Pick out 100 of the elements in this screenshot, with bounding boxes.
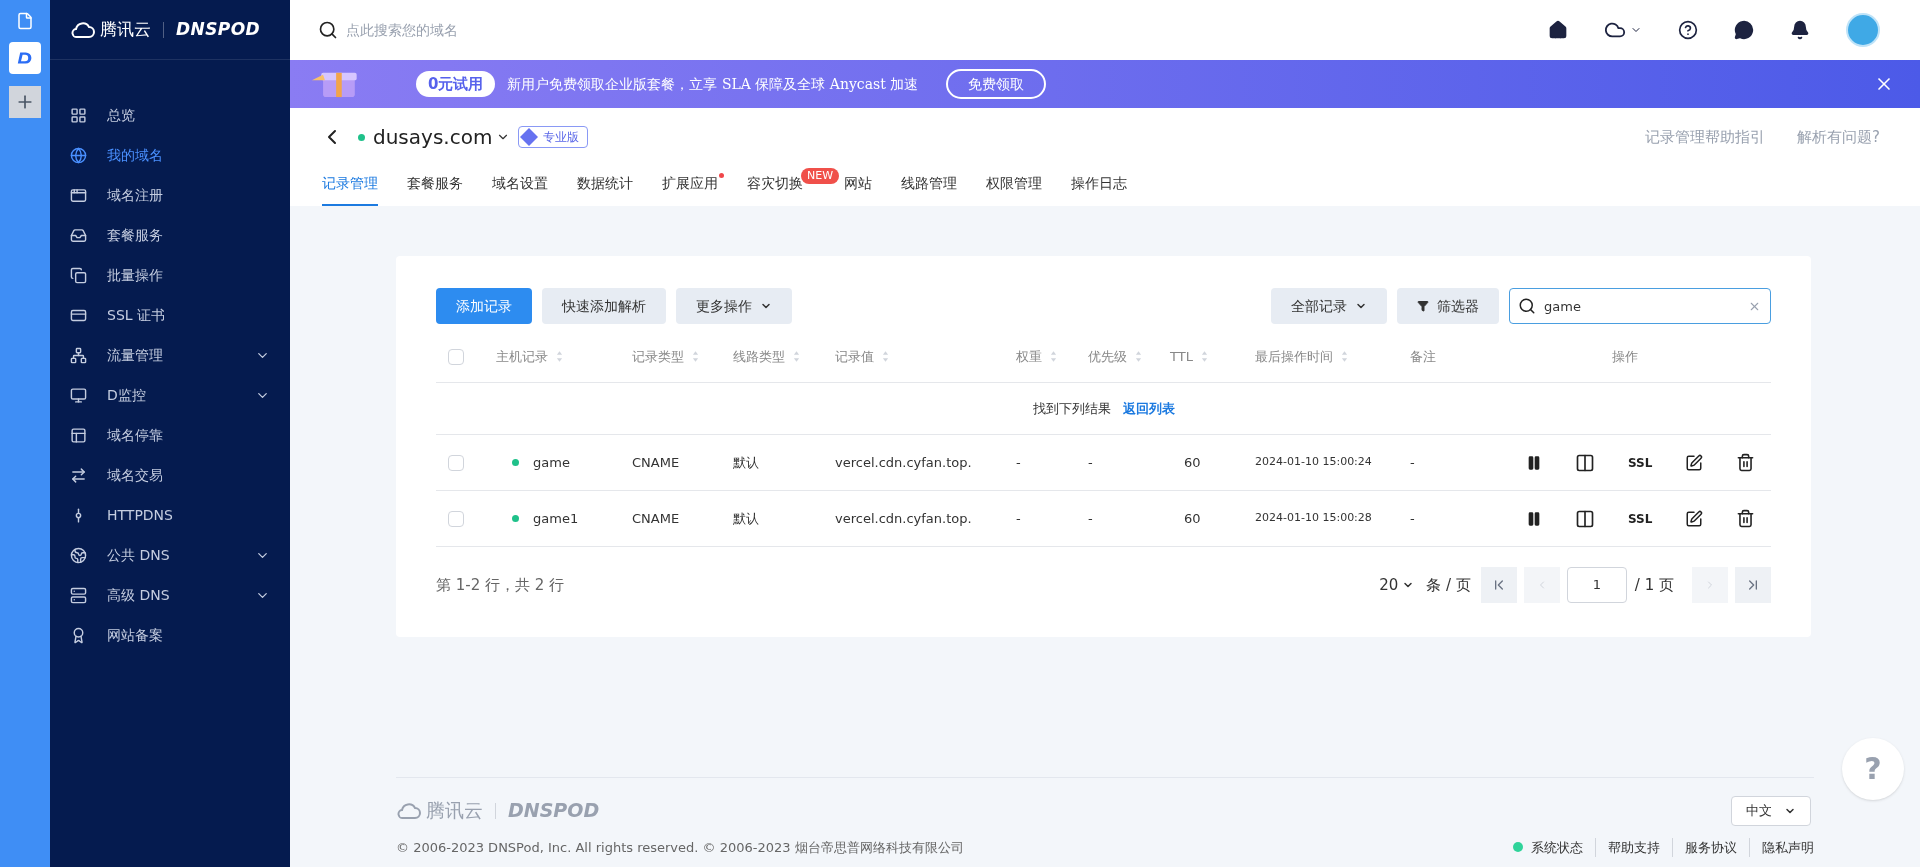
layout-icon[interactable]	[1575, 508, 1595, 529]
tab-logo-icon[interactable]	[9, 42, 41, 74]
dropdown-button[interactable]: 更多操作	[676, 288, 792, 324]
file-icon[interactable]	[16, 12, 34, 30]
product-name: DNSPOD	[176, 17, 261, 41]
sidebar-item[interactable]: 我的域名	[50, 135, 290, 175]
table-cell-text: CNAME	[632, 453, 681, 472]
table-cell-text: -	[1410, 453, 1416, 472]
column-header: 备注	[1410, 347, 1436, 366]
avatar[interactable]	[1846, 13, 1880, 47]
edit-icon[interactable]	[1685, 509, 1704, 528]
new-badge: NEW	[801, 168, 840, 184]
sidebar-item[interactable]: 网站备案	[50, 615, 290, 655]
window-icon	[70, 186, 87, 204]
column-header: 优先级	[1088, 347, 1127, 366]
filter-icon[interactable]	[1417, 300, 1429, 312]
tab[interactable]: 扩展应用	[662, 173, 718, 206]
globe-icon	[70, 146, 87, 164]
sidebar-item[interactable]: 总览	[50, 95, 290, 135]
claim-button[interactable]: 免费领取	[946, 69, 1047, 99]
copy-icon	[70, 266, 87, 284]
footer-link[interactable]: 帮助支持	[1595, 837, 1660, 857]
edit-icon[interactable]	[1685, 453, 1704, 472]
footer-link[interactable]: 服务协议	[1672, 837, 1737, 857]
language-select[interactable]: 中文	[1731, 795, 1811, 826]
trial-badge: 0元试用	[416, 71, 496, 97]
filter-button[interactable]: 筛选器	[1397, 288, 1499, 324]
page-size-select[interactable]: 20	[1379, 573, 1415, 597]
bell-icon[interactable]	[1790, 20, 1810, 40]
table-cell-text: vercel.cdn.cyfan.top.	[835, 509, 973, 528]
sidebar-item[interactable]: 高级 DNS	[50, 575, 290, 615]
dropdown-button[interactable]: 全部记录	[1271, 288, 1387, 324]
cloud-logo-icon	[70, 20, 96, 39]
pause-icon[interactable]	[1526, 454, 1542, 471]
sidebar-item[interactable]: 公共 DNS	[50, 535, 290, 575]
clear-icon[interactable]	[1748, 300, 1761, 313]
tab[interactable]: 线路管理	[901, 173, 958, 206]
back-to-list-link[interactable]: 返回列表	[1122, 398, 1175, 419]
delete-icon[interactable]	[1736, 453, 1756, 472]
table-cell-text: CNAME	[632, 509, 681, 528]
tab[interactable]: 域名设置	[492, 173, 548, 206]
record-search-field[interactable]: game	[1509, 288, 1771, 324]
select-all-checkbox[interactable]	[448, 348, 464, 365]
tab[interactable]: 容灾切换 NEW	[747, 168, 840, 206]
search-icon[interactable]	[318, 20, 338, 40]
sidebar-item[interactable]: 流量管理	[50, 335, 290, 375]
layout-icon[interactable]	[1575, 452, 1595, 473]
banner-text: 新用户免费领取企业版套餐，立享 SLA 保障及全球 Anycast 加速	[507, 74, 919, 94]
help-icon[interactable]	[1678, 20, 1698, 40]
sidebar-item[interactable]: 域名停靠	[50, 415, 290, 455]
ssl-button[interactable]: SSL	[1628, 509, 1653, 528]
column-header: 操作	[1612, 347, 1638, 366]
tab[interactable]: 套餐服务	[407, 173, 463, 206]
table-cell-text: 2024-01-10 15:00:24	[1255, 454, 1373, 471]
search-icon[interactable]	[1518, 297, 1536, 315]
table-cell-text: game	[533, 453, 570, 472]
sidebar-item[interactable]: 域名交易	[50, 455, 290, 495]
table-cell-text: -	[1088, 453, 1094, 472]
arrows-icon	[70, 466, 87, 484]
copyright-text: © 2006-2023 DNSPod, Inc. All rights reserved. © 2006-2023 烟台帝思普网络科技有限公司	[396, 838, 964, 857]
sidebar-item[interactable]: D监控	[50, 375, 290, 415]
panel-icon	[70, 426, 87, 444]
system-status-link[interactable]: 系统状态	[1531, 837, 1583, 857]
row-checkbox[interactable]	[448, 454, 464, 471]
page-input[interactable]: 1	[1566, 567, 1627, 603]
sidebar-item[interactable]: 批量操作	[50, 255, 290, 295]
pause-icon[interactable]	[1526, 510, 1542, 527]
brand-name: 腾讯云	[426, 798, 483, 824]
sidebar-item[interactable]: HTTPDNS	[50, 495, 290, 535]
sidebar-item[interactable]: 域名注册	[50, 175, 290, 215]
sidebar-item[interactable]: 套餐服务	[50, 215, 290, 255]
tab[interactable]: 数据统计	[577, 173, 633, 206]
table-cell-text: -	[1016, 509, 1022, 528]
tab[interactable]: 操作日志	[1071, 173, 1128, 206]
cloud-logo-icon	[396, 801, 422, 820]
row-count: 第 1-2 行，共 2 行	[436, 574, 565, 596]
chat-icon[interactable]	[1734, 20, 1754, 40]
sidebar-item[interactable]: SSL 证书	[50, 295, 290, 335]
toolbar-button[interactable]: 快速添加解析	[542, 288, 666, 324]
ssl-button[interactable]: SSL	[1628, 453, 1653, 472]
table-cell-text: 60	[1183, 509, 1202, 528]
table-cell-text: vercel.cdn.cyfan.top.	[835, 453, 973, 472]
tab[interactable]: 权限管理	[986, 173, 1043, 206]
new-tab-button[interactable]	[9, 86, 41, 118]
tab[interactable]: 记录管理	[322, 173, 378, 206]
home-icon[interactable]	[1548, 20, 1568, 40]
table-cell-text: game1	[533, 509, 579, 528]
tab[interactable]: 网站	[844, 173, 873, 206]
search-field[interactable]: 点此搜索您的域名	[346, 19, 646, 41]
column-header: 权重	[1016, 347, 1042, 366]
table-cell-text: 默认	[733, 453, 760, 472]
delete-icon[interactable]	[1736, 509, 1756, 528]
footer-link[interactable]: 隐私声明	[1749, 837, 1814, 857]
grid-icon	[70, 106, 87, 124]
domain-name[interactable]: dusays.com	[373, 122, 493, 152]
inbox-icon	[70, 226, 87, 244]
table-cell-text: 60	[1183, 453, 1202, 472]
row-checkbox[interactable]	[448, 510, 464, 527]
page-total: / 1 页	[1634, 574, 1674, 596]
table-cell-text: -	[1088, 509, 1094, 528]
